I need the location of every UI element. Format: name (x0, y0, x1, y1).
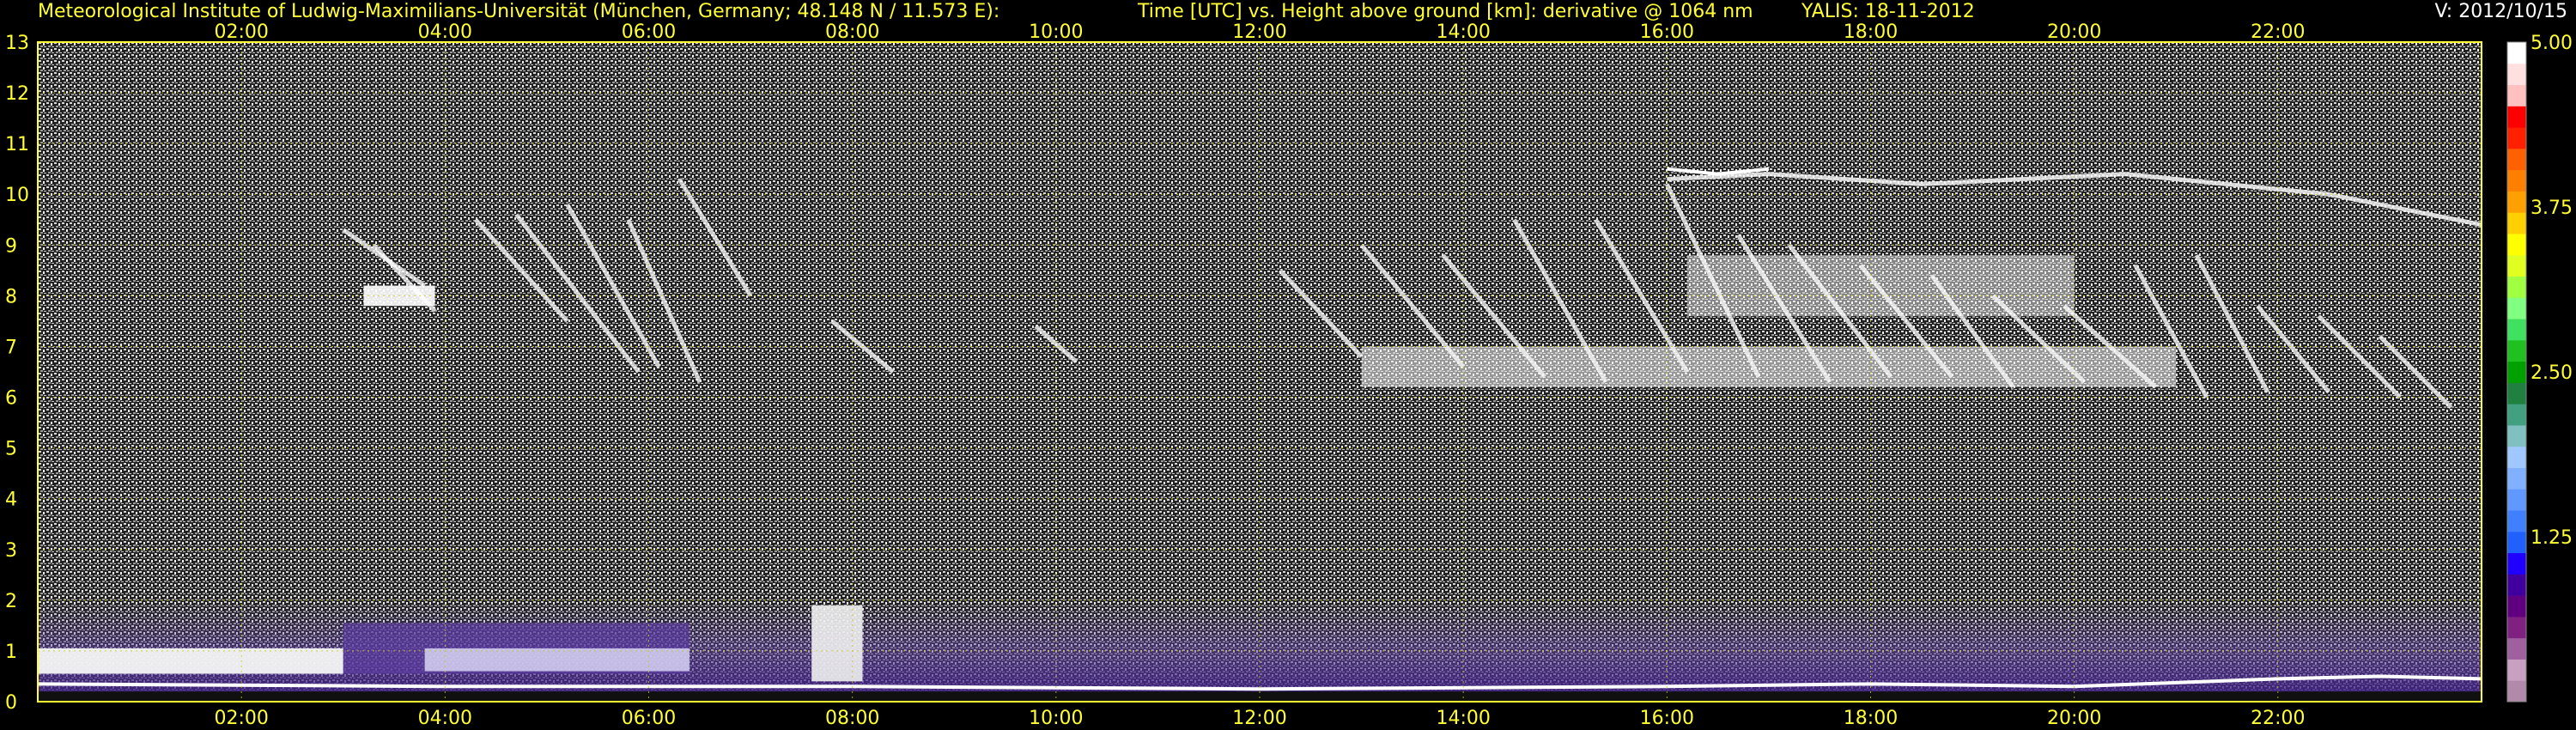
y-tick-label: 13 (5, 33, 29, 54)
colorbar-segment (2507, 510, 2526, 532)
x-tick-label-top: 04:00 (418, 21, 472, 43)
colorbar-segment (2507, 595, 2526, 617)
cirrus-base-band (1361, 346, 2177, 387)
x-tick-label-top: 10:00 (1029, 21, 1083, 43)
low-cloud-band-2 (424, 648, 690, 672)
x-tick-label-bottom: 08:00 (825, 708, 879, 729)
low-cloud-band (38, 648, 343, 674)
colorbar-segment (2507, 659, 2526, 681)
y-tick-label: 6 (5, 388, 17, 410)
x-tick-label-bottom: 04:00 (418, 708, 472, 729)
colorbar-tick-label: 3.75 (2530, 198, 2573, 219)
low-cloud-column (811, 605, 863, 682)
colorbar-segment (2507, 446, 2526, 468)
colorbar-segment (2507, 382, 2526, 405)
x-tick-label-top: 20:00 (2047, 21, 2101, 43)
colorbar-tick-label: 5.00 (2530, 33, 2573, 54)
colorbar-segment (2507, 42, 2526, 64)
lidar-time-height-chart: 02:00 02:00 04:00 04:00 06:00 06:00 08:00 08:00… (5, 21, 2573, 729)
x-tick-label-bottom: 20:00 (2047, 708, 2101, 729)
y-tick-label: 2 (5, 591, 17, 612)
colorbar-segment (2507, 212, 2526, 234)
y-tick-label: 11 (5, 134, 29, 155)
colorbar-segment (2507, 233, 2526, 256)
colorbar-segment (2507, 106, 2526, 128)
colorbar-segment (2507, 680, 2526, 703)
x-tick-label-top: 16:00 (1640, 21, 1694, 43)
colorbar-segment (2507, 254, 2526, 277)
colorbar-tick-label: 2.50 (2530, 362, 2573, 384)
colorbar-segment (2507, 63, 2526, 86)
colorbar-segment (2507, 467, 2526, 490)
colorbar-segment (2507, 169, 2526, 192)
x-tick-label-top: 02:00 (214, 21, 268, 43)
colorbar-segment (2507, 637, 2526, 660)
colorbar-segment (2507, 127, 2526, 149)
x-tick-label-bottom: 10:00 (1029, 708, 1083, 729)
x-tick-label-bottom: 06:00 (622, 708, 676, 729)
x-tick-label-top: 14:00 (1436, 21, 1490, 43)
colorbar-segment (2507, 276, 2526, 298)
cirrus-core (1687, 255, 2075, 317)
colorbar-segment (2507, 319, 2526, 341)
colorbar-segment (2507, 361, 2526, 383)
colorbar-segment (2507, 297, 2526, 319)
y-tick-label: 12 (5, 83, 29, 105)
colorbar-tick-label: 1.25 (2530, 527, 2573, 549)
colorbar-segment (2507, 404, 2526, 426)
colorbar-segment (2507, 84, 2526, 106)
y-tick-label: 9 (5, 235, 17, 257)
colorbar-segment (2507, 552, 2526, 575)
x-tick-label-bottom: 16:00 (1640, 708, 1694, 729)
x-tick-label-top: 22:00 (2251, 21, 2305, 43)
x-tick-label-bottom: 22:00 (2251, 708, 2305, 729)
x-tick-label-bottom: 18:00 (1844, 708, 1898, 729)
x-tick-label-top: 08:00 (825, 21, 879, 43)
y-tick-label: 7 (5, 337, 17, 358)
colorbar-segment (2507, 616, 2526, 639)
y-tick-label: 1 (5, 642, 17, 663)
x-tick-label-bottom: 02:00 (214, 708, 268, 729)
y-tick-label: 0 (5, 692, 17, 714)
y-tick-label: 10 (5, 185, 29, 206)
y-tick-label: 3 (5, 540, 17, 562)
colorbar-segment (2507, 531, 2526, 554)
x-tick-label-top: 12:00 (1232, 21, 1286, 43)
colorbar-segment (2507, 489, 2526, 511)
colorbar-segment (2507, 148, 2526, 171)
y-tick-label: 8 (5, 286, 17, 307)
colorbar-segment (2507, 424, 2526, 447)
y-tick-label: 4 (5, 490, 17, 511)
y-tick-label: 5 (5, 439, 17, 460)
x-tick-label-bottom: 12:00 (1232, 708, 1286, 729)
x-tick-label-top: 06:00 (622, 21, 676, 43)
colorbar-segment (2507, 191, 2526, 213)
x-tick-label-top: 18:00 (1844, 21, 1898, 43)
colorbar-segment (2507, 339, 2526, 362)
colorbar-segment (2507, 574, 2526, 596)
x-tick-label-bottom: 14:00 (1436, 708, 1490, 729)
